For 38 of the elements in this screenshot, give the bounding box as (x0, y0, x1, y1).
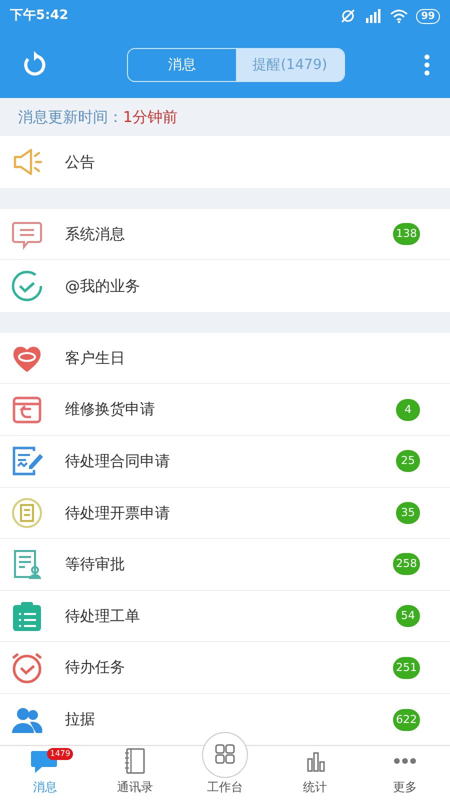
more-menu-icon[interactable] (424, 54, 430, 76)
count-badge: 138 (393, 222, 420, 245)
nav-tab[interactable]: 通讯录 (90, 746, 180, 800)
clipboard-icon (10, 599, 44, 634)
update-time-label: 消息更新时间： (18, 106, 123, 128)
receipt-circle-icon (10, 496, 44, 530)
count-badge: 35 (396, 502, 420, 524)
count-badge: 25 (396, 450, 420, 472)
item-label: 等待审批 (65, 554, 126, 576)
more-dots-icon (394, 758, 416, 764)
status-time: 下午5:42 (10, 7, 68, 26)
unread-badge: 1479 (47, 748, 74, 760)
nav-tab[interactable]: 消息 1479 (0, 746, 90, 800)
nav-tab[interactable]: 统计 (270, 746, 360, 800)
check-circle-icon (10, 268, 44, 303)
item-label: 待处理工单 (65, 606, 141, 627)
count-badge: 258 (393, 553, 420, 576)
battery-level: 99 (416, 8, 440, 24)
item-label: 公告 (65, 152, 96, 173)
count-badge: 622 (393, 708, 420, 731)
nav-tab[interactable]: 更多 (360, 746, 450, 800)
alarm-off-icon (340, 9, 356, 23)
update-time-value: 1分钟前 (123, 106, 178, 128)
wifi-icon (390, 9, 408, 23)
count-badge: 54 (396, 605, 420, 628)
count-badge: 251 (393, 656, 420, 679)
item-label: @我的业务 (65, 276, 141, 297)
list-item[interactable]: 待处理开票申请 35 (0, 488, 450, 540)
alarm-clock-icon (10, 650, 44, 685)
count-badge: 4 (396, 398, 420, 421)
item-label: 待处理开票申请 (65, 502, 171, 524)
signal-icon (364, 9, 382, 23)
item-label: 待办任务 (65, 657, 126, 678)
item-label: 系统消息 (65, 224, 126, 245)
item-label: 客户生日 (65, 348, 126, 369)
item-label: 待处理合同申请 (65, 451, 171, 472)
item-label: 维修换货申请 (65, 399, 156, 420)
item-label: 拉据 (65, 709, 96, 730)
